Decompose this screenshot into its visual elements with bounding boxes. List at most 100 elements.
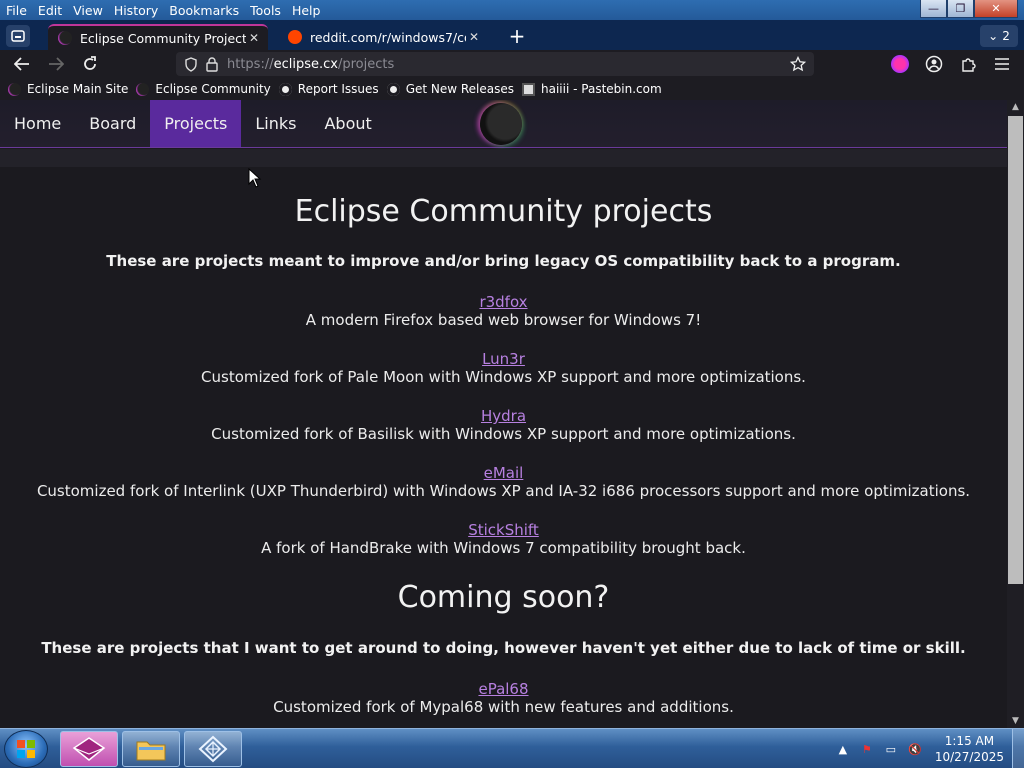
show-hidden-icons-icon[interactable]: ▲	[834, 743, 852, 756]
site-nav-home[interactable]: Home	[0, 100, 75, 147]
close-button[interactable]: ✕	[974, 0, 1018, 18]
bookmark-get-new-releases[interactable]: Get New Releases	[386, 82, 515, 96]
tab-eclipse-projects[interactable]: Eclipse Community Projects ✕	[48, 24, 268, 50]
bookmark-eclipse-main[interactable]: Eclipse Main Site	[8, 82, 128, 96]
bookmark-eclipse-community[interactable]: Eclipse Community	[136, 82, 271, 96]
menu-history[interactable]: History	[113, 3, 159, 18]
tab-reddit[interactable]: reddit.com/r/windows7/comm ✕	[278, 24, 488, 50]
site-nav-links[interactable]: Links	[241, 100, 310, 147]
reddit-icon	[288, 30, 302, 44]
bookmark-label: Eclipse Community	[155, 82, 271, 96]
tab-strip: Eclipse Community Projects ✕ reddit.com/…	[0, 20, 1024, 50]
eclipse-logo-icon[interactable]	[480, 103, 522, 145]
project-desc: Customized fork of Pale Moon with Window…	[201, 368, 806, 386]
start-button[interactable]	[4, 730, 48, 768]
page-title: Eclipse Community projects	[294, 194, 713, 229]
bookmark-label: haiiii - Pastebin.com	[541, 82, 662, 96]
extensions-button[interactable]	[956, 53, 980, 75]
account-button[interactable]	[922, 53, 946, 75]
project-desc: Customized fork of Interlink (UXP Thunde…	[36, 482, 971, 500]
taskbar-explorer[interactable]	[122, 731, 180, 767]
tab-count: 2	[1002, 29, 1010, 43]
app-menu-button[interactable]	[990, 53, 1014, 75]
app-grid-icon	[198, 735, 228, 763]
reload-button[interactable]	[78, 53, 102, 75]
clock[interactable]: 1:15 AM 10/27/2025	[935, 733, 1004, 765]
menu-bookmarks[interactable]: Bookmarks	[168, 3, 240, 18]
taskbar-app[interactable]	[184, 731, 242, 767]
project-link-email[interactable]: eMail	[484, 464, 524, 482]
maximize-button[interactable]: ❐	[947, 0, 974, 18]
tab-title: Eclipse Community Projects	[80, 30, 246, 46]
site-nav-about[interactable]: About	[310, 100, 385, 147]
new-tab-button[interactable]: +	[506, 24, 528, 48]
menu-file[interactable]: File	[5, 3, 28, 18]
firefox-view-button[interactable]	[6, 25, 30, 47]
puzzle-icon	[962, 58, 976, 72]
account-icon	[925, 55, 943, 73]
chevron-down-icon: ⌄	[988, 29, 999, 43]
bookmark-label: Eclipse Main Site	[27, 82, 129, 96]
close-tab-icon[interactable]: ✕	[246, 31, 262, 45]
menu-help[interactable]: Help	[291, 3, 322, 18]
clock-time: 1:15 AM	[944, 734, 995, 748]
menu-view[interactable]: View	[72, 3, 104, 18]
reload-icon	[84, 56, 96, 70]
site-nav-projects[interactable]: Projects	[150, 100, 242, 147]
system-tray: ▲ ⚑ ▭ 🔇 1:15 AM 10/27/2025	[831, 729, 1024, 768]
shield-icon[interactable]	[184, 57, 198, 72]
project-item: eMail	[0, 463, 1007, 482]
show-desktop-button[interactable]	[1012, 729, 1024, 768]
scroll-down-icon[interactable]: ▼	[1007, 714, 1024, 728]
site-navigation: Home Board Projects Links About	[0, 100, 1007, 148]
mouse-cursor-icon	[248, 168, 262, 188]
project-link-hydra[interactable]: Hydra	[481, 407, 526, 425]
tab-title: reddit.com/r/windows7/comm	[310, 29, 466, 45]
intro-text: These are projects meant to improve and/…	[106, 252, 901, 270]
page-scrollbar[interactable]: ▲ ▼	[1007, 100, 1024, 728]
bookmark-label: Report Issues	[297, 82, 379, 96]
coming-soon-intro: These are projects that I want to get ar…	[41, 639, 966, 657]
bookmark-label: Get New Releases	[405, 82, 515, 96]
project-link-r3dfox[interactable]: r3dfox	[479, 293, 527, 311]
network-icon[interactable]: ▭	[882, 743, 900, 756]
bookmark-report-issues[interactable]: Report Issues	[278, 82, 379, 96]
taskbar-browser[interactable]	[60, 731, 118, 767]
url-host: eclipse.cx	[273, 56, 338, 72]
project-link-stickshift[interactable]: StickShift	[468, 521, 539, 539]
bookmarks-toolbar: Eclipse Main Site Eclipse Community Repo…	[0, 78, 1024, 100]
back-button[interactable]	[10, 53, 34, 75]
close-tab-icon[interactable]: ✕	[466, 30, 482, 44]
pastebin-icon	[522, 82, 536, 96]
menu-tools[interactable]: Tools	[249, 3, 282, 18]
project-link-lun3r[interactable]: Lun3r	[482, 350, 525, 368]
menu-edit[interactable]: Edit	[37, 3, 63, 18]
folder-icon	[136, 741, 166, 761]
lock-icon[interactable]	[206, 57, 218, 72]
menu-bar: File Edit View History Bookmarks Tools H…	[0, 0, 1024, 20]
extension-button[interactable]	[888, 53, 912, 75]
url-path: /projects	[337, 56, 395, 72]
minimize-button[interactable]: —	[920, 0, 947, 18]
project-link-epal68[interactable]: ePal68	[478, 680, 528, 698]
project-desc: A modern Firefox based web browser for W…	[305, 311, 702, 329]
action-center-flag-icon[interactable]: ⚑	[858, 743, 876, 756]
volume-muted-icon[interactable]: 🔇	[906, 743, 924, 756]
url-bar[interactable]: https://eclipse.cx/projects	[176, 52, 814, 76]
extension-avatar-icon	[891, 55, 909, 73]
site-nav-board[interactable]: Board	[75, 100, 150, 147]
forward-button[interactable]	[44, 53, 68, 75]
taskbar: ▲ ⚑ ▭ 🔇 1:15 AM 10/27/2025	[0, 728, 1024, 768]
arrow-right-icon	[49, 57, 64, 71]
star-icon[interactable]	[790, 56, 806, 72]
window-controls: — ❐ ✕	[920, 0, 1018, 18]
list-all-tabs-button[interactable]: ⌄ 2	[980, 25, 1018, 47]
bookmark-pastebin[interactable]: haiiii - Pastebin.com	[522, 82, 662, 96]
browser-app-icon	[72, 737, 106, 761]
scroll-up-icon[interactable]: ▲	[1007, 100, 1024, 114]
hamburger-menu-icon	[995, 58, 1009, 70]
scroll-thumb[interactable]	[1008, 116, 1023, 584]
project-item: Hydra	[0, 406, 1007, 425]
github-icon	[386, 82, 400, 96]
clock-date: 10/27/2025	[934, 750, 1004, 764]
